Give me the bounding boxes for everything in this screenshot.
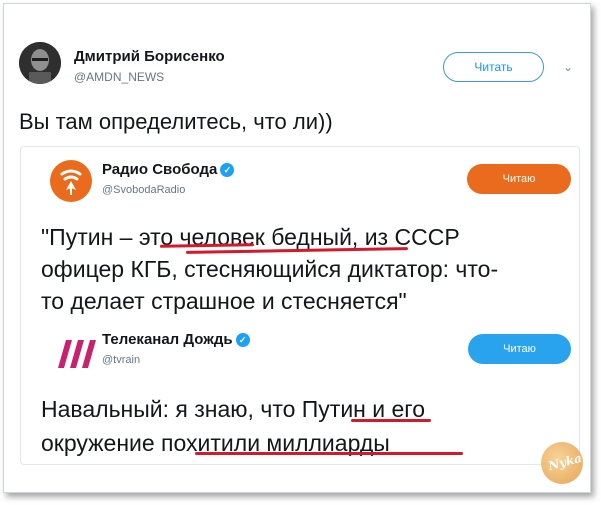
quote1-text: "Путин – это человек бедный, из СССР офи… <box>41 221 498 317</box>
quote1-line-2: офицер КГБ, стесняющийся диктатор: что- <box>41 256 499 282</box>
underline-mark <box>195 452 463 455</box>
quote2-author-handle[interactable]: @tvrain <box>102 354 140 366</box>
follow-button[interactable]: Читать <box>443 52 544 82</box>
watermark-text: Nykа <box>546 450 584 474</box>
quote1-author-name[interactable]: Радио Свобода ✓ <box>102 161 235 178</box>
quote1-read-button[interactable]: Читаю <box>467 164 571 194</box>
quote1-line-1: "Путин – это человек бедный, из СССР <box>41 224 460 250</box>
quote2-author-name-text: Телеканал Дождь <box>102 331 233 348</box>
chevron-down-icon[interactable]: ⌄ <box>563 60 573 74</box>
svoboda-logo-icon[interactable] <box>50 160 92 202</box>
quote1-read-button-label: Читаю <box>502 173 536 185</box>
quote1-line-3: то делает страшное и стесняется" <box>41 288 407 314</box>
verified-icon: ✓ <box>235 333 250 347</box>
quote1-author-name-text: Радио Свобода <box>102 161 218 178</box>
underline-mark <box>351 419 431 422</box>
tvrain-logo-icon[interactable] <box>46 336 98 370</box>
quote1-author-handle[interactable]: @SvobodaRadio <box>102 184 185 196</box>
watermark-logo: Nykа <box>541 442 583 484</box>
quote2-read-button[interactable]: Читаю <box>468 334 571 364</box>
verified-icon: ✓ <box>220 163 235 177</box>
quote2-author-name[interactable]: Телеканал Дождь ✓ <box>102 331 250 348</box>
author-name[interactable]: Дмитрий Борисенко <box>74 48 225 65</box>
tweet-text: Вы там определитесь, что ли)) <box>19 109 333 134</box>
quote2-text: Навальный: я знаю, что Путин и его окруж… <box>41 392 425 460</box>
author-handle[interactable]: @AMDN_NEWS <box>74 70 164 84</box>
quote2-read-button-label: Читаю <box>503 343 536 355</box>
author-avatar[interactable] <box>19 42 61 84</box>
follow-button-label: Читать <box>474 60 513 74</box>
